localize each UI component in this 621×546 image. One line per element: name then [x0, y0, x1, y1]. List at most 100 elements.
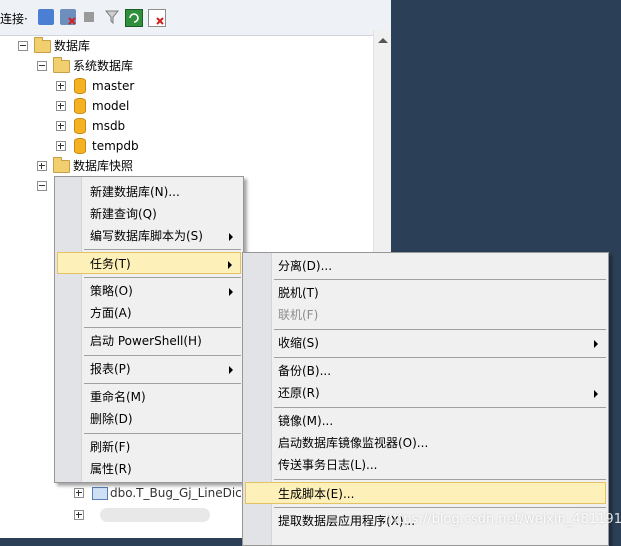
menu-item-back-up[interactable]: 备份(B)...	[245, 360, 606, 382]
expand-icon[interactable]	[56, 101, 66, 111]
menu-item-label: 删除(D)	[90, 412, 133, 426]
menu-item-label: 脱机(T)	[278, 286, 319, 300]
menu-item-properties[interactable]: 属性(R)	[57, 458, 241, 480]
submenu-arrow-icon	[229, 288, 233, 296]
menu-separator	[84, 277, 241, 278]
menu-separator	[274, 507, 606, 508]
tree-label: 系统数据库	[73, 59, 134, 73]
tree-node-tempdb[interactable]: tempdb	[0, 136, 373, 156]
menu-item-new-database[interactable]: 新建数据库(N)...	[57, 181, 241, 203]
table-icon	[92, 487, 108, 500]
menu-separator	[274, 479, 606, 480]
menu-item-generate-scripts[interactable]: 生成脚本(E)...	[245, 482, 606, 504]
menu-item-policies[interactable]: 策略(O)	[57, 280, 241, 302]
stop-icon[interactable]	[84, 12, 94, 22]
menu-item-reports[interactable]: 报表(P)	[57, 358, 241, 380]
tree-node-model[interactable]: model	[0, 96, 373, 116]
menu-item-facets[interactable]: 方面(A)	[57, 302, 241, 324]
disconnect-icon[interactable]	[60, 9, 76, 25]
tree-node-databases[interactable]: 数据库	[0, 36, 373, 56]
menu-item-label: 还原(R)	[278, 386, 320, 400]
connect-object-explorer-icon[interactable]	[38, 9, 54, 25]
submenu-arrow-icon	[594, 390, 598, 398]
activity-monitor-icon[interactable]	[148, 9, 166, 27]
database-icon	[74, 98, 86, 114]
tasks-submenu: 分离(D)... 脱机(T) 联机(F) 收缩(S) 备份(B)... 还原(R…	[242, 252, 609, 546]
menu-item-start-powershell[interactable]: 启动 PowerShell(H)	[57, 330, 241, 352]
tree-node-master[interactable]: master	[0, 76, 373, 96]
tree-label: dbo.T_Bug_Gj_LineDict	[110, 486, 247, 500]
menu-separator	[84, 355, 241, 356]
menu-item-label: 分离(D)...	[278, 259, 333, 273]
expand-icon[interactable]	[56, 121, 66, 131]
refresh-icon[interactable]	[125, 9, 143, 27]
watermark-text: https://blog.csdn.net/weixin_48119140	[385, 512, 621, 527]
scroll-up-icon[interactable]	[378, 38, 388, 43]
folder-icon	[53, 157, 70, 173]
menu-item-launch-mirroring-monitor[interactable]: 启动数据库镜像监视器(O)...	[245, 432, 606, 454]
menu-item-label: 策略(O)	[90, 284, 133, 298]
menu-separator	[84, 249, 241, 250]
folder-icon	[53, 57, 70, 73]
menu-item-label: 镜像(M)...	[278, 414, 334, 428]
submenu-arrow-icon	[228, 261, 232, 269]
menu-item-tasks[interactable]: 任务(T)	[57, 252, 241, 274]
menu-item-detach[interactable]: 分离(D)...	[245, 255, 606, 277]
menu-separator	[84, 383, 241, 384]
menu-item-rename[interactable]: 重命名(M)	[57, 386, 241, 408]
menu-item-script-database-as[interactable]: 编写数据库脚本为(S)	[57, 225, 241, 247]
menu-item-delete[interactable]: 删除(D)	[57, 408, 241, 430]
collapse-icon[interactable]	[37, 181, 47, 191]
tree-node-msdb[interactable]: msdb	[0, 116, 373, 136]
menu-item-label: 收缩(S)	[278, 336, 319, 350]
menu-item-label: 属性(R)	[90, 462, 132, 476]
menu-separator	[274, 329, 606, 330]
menu-item-label: 重命名(M)	[90, 390, 146, 404]
menu-item-take-offline[interactable]: 脱机(T)	[245, 282, 606, 304]
collapse-icon[interactable]	[37, 61, 47, 71]
menu-item-label: 刷新(F)	[90, 440, 131, 454]
expand-icon[interactable]	[56, 141, 66, 151]
menu-item-ship-transaction-logs[interactable]: 传送事务日志(L)...	[245, 454, 606, 476]
blurred-region	[100, 508, 210, 522]
tree-node-system-databases[interactable]: 系统数据库	[0, 56, 373, 76]
menu-item-mirror[interactable]: 镜像(M)...	[245, 410, 606, 432]
menu-item-label: 联机(F)	[278, 308, 319, 322]
menu-item-label: 启动 PowerShell(H)	[90, 334, 202, 348]
submenu-arrow-icon	[229, 233, 233, 241]
database-icon	[74, 118, 86, 134]
expand-icon[interactable]	[74, 488, 84, 498]
menu-item-refresh[interactable]: 刷新(F)	[57, 436, 241, 458]
expand-icon[interactable]	[37, 161, 47, 171]
menu-item-label: 生成脚本(E)...	[278, 487, 355, 501]
database-icon	[74, 138, 86, 154]
menu-item-label: 启动数据库镜像监视器(O)...	[278, 436, 429, 450]
tree-label: model	[92, 99, 130, 113]
menu-item-label: 编写数据库脚本为(S)	[90, 229, 203, 243]
expand-icon[interactable]	[74, 510, 84, 520]
menu-item-shrink[interactable]: 收缩(S)	[245, 332, 606, 354]
database-icon	[74, 78, 86, 94]
connect-button[interactable]: 连接·	[0, 10, 28, 27]
tree-label: msdb	[92, 119, 126, 133]
tree-label: master	[92, 79, 135, 93]
menu-separator	[274, 407, 606, 408]
submenu-arrow-icon	[594, 340, 598, 348]
tree-label: tempdb	[92, 139, 139, 153]
menu-separator	[84, 327, 241, 328]
database-context-menu: 新建数据库(N)... 新建查询(Q) 编写数据库脚本为(S) 任务(T) 策略…	[54, 176, 244, 483]
menu-item-label: 方面(A)	[90, 306, 132, 320]
tree-label: 数据库快照	[73, 159, 134, 173]
menu-item-restore[interactable]: 还原(R)	[245, 382, 606, 404]
collapse-icon[interactable]	[18, 41, 28, 51]
menu-item-label: 传送事务日志(L)...	[278, 458, 378, 472]
tree-label: 数据库	[54, 39, 91, 53]
menu-separator	[274, 279, 606, 280]
menu-item-label: 新建数据库(N)...	[90, 185, 180, 199]
tree-node-snapshots[interactable]: 数据库快照	[0, 156, 373, 176]
filter-icon[interactable]	[104, 9, 120, 25]
expand-icon[interactable]	[56, 81, 66, 91]
menu-item-label: 报表(P)	[90, 362, 131, 376]
menu-item-label: 新建查询(Q)	[90, 207, 157, 221]
menu-item-new-query[interactable]: 新建查询(Q)	[57, 203, 241, 225]
